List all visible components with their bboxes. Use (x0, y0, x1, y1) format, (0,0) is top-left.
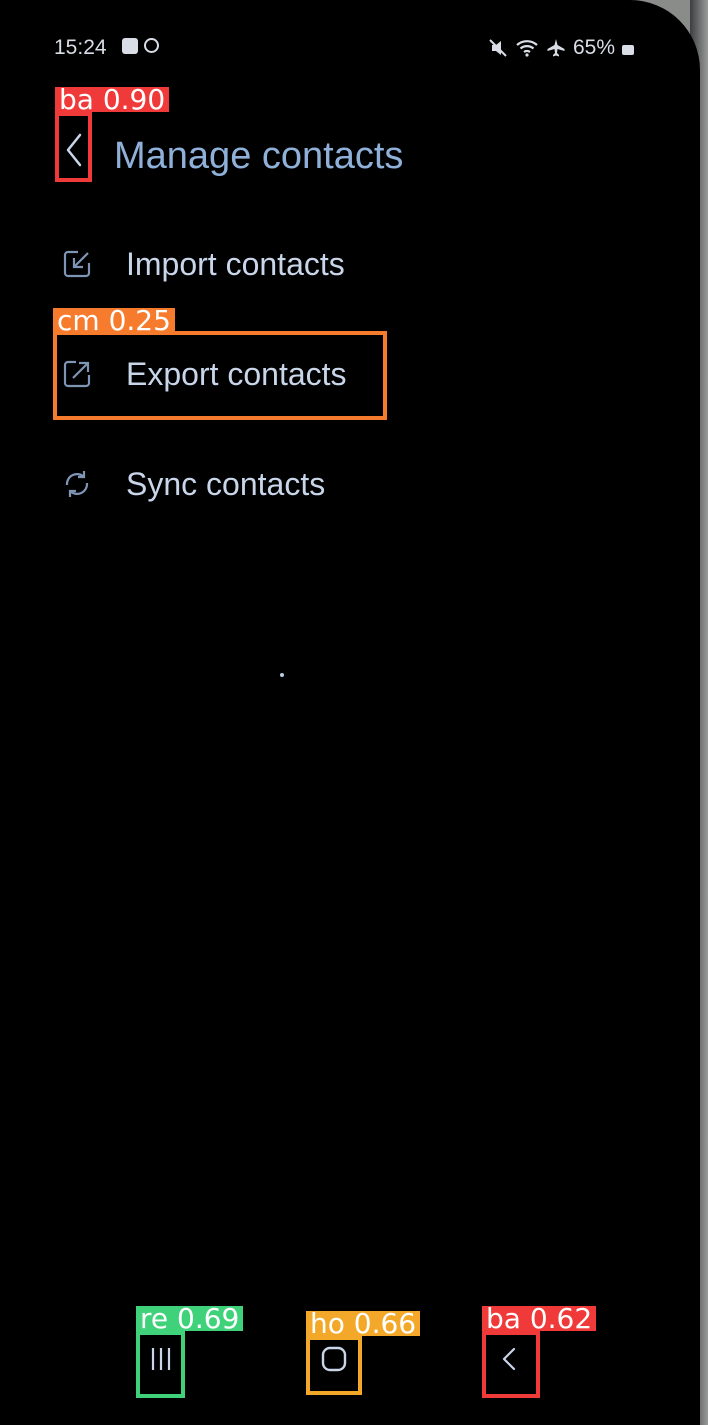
export-contacts-label: Export contacts (126, 355, 347, 392)
recents-button[interactable] (136, 1328, 186, 1390)
import-contacts-label: Import contacts (126, 245, 345, 282)
status-right-icons: 65% (488, 36, 634, 60)
nav-back-button[interactable] (485, 1328, 535, 1390)
airplane-icon (547, 39, 565, 57)
checkbox-notification-icon (122, 38, 138, 54)
detection-label: ba 0.62 (482, 1305, 597, 1333)
sync-contacts-label: Sync contacts (126, 465, 326, 502)
status-time: 15:24 (54, 36, 107, 59)
recents-icon (151, 1348, 171, 1370)
chevron-left-icon (66, 133, 82, 167)
phone-screen: 15:24 65% Manage contacts Import contact… (0, 0, 700, 1425)
battery-percent: 65% (572, 36, 615, 59)
import-icon (54, 241, 100, 287)
back-icon (502, 1347, 516, 1371)
back-button[interactable] (54, 114, 94, 186)
import-contacts-item[interactable]: Import contacts (54, 224, 554, 304)
screen-dot (280, 673, 284, 677)
battery-icon (622, 45, 634, 55)
detection-label: cm 0.25 (53, 307, 175, 335)
sync-contacts-item[interactable]: Sync contacts (54, 444, 554, 524)
detection-label: ho 0.66 (306, 1310, 421, 1338)
mute-icon (489, 39, 507, 57)
detection-label: re 0.69 (136, 1305, 244, 1333)
status-left-icons (122, 38, 159, 54)
detection-label: ba 0.90 (55, 86, 170, 114)
export-contacts-item[interactable]: Export contacts (54, 334, 554, 414)
home-icon (321, 1346, 347, 1372)
circle-notification-icon (144, 38, 159, 53)
page-title: Manage contacts (114, 135, 404, 177)
sync-icon (54, 461, 100, 507)
export-icon (54, 351, 100, 397)
wifi-icon (516, 40, 538, 57)
status-bar: 15:24 65% (0, 0, 700, 90)
app-header: Manage contacts (0, 110, 700, 200)
